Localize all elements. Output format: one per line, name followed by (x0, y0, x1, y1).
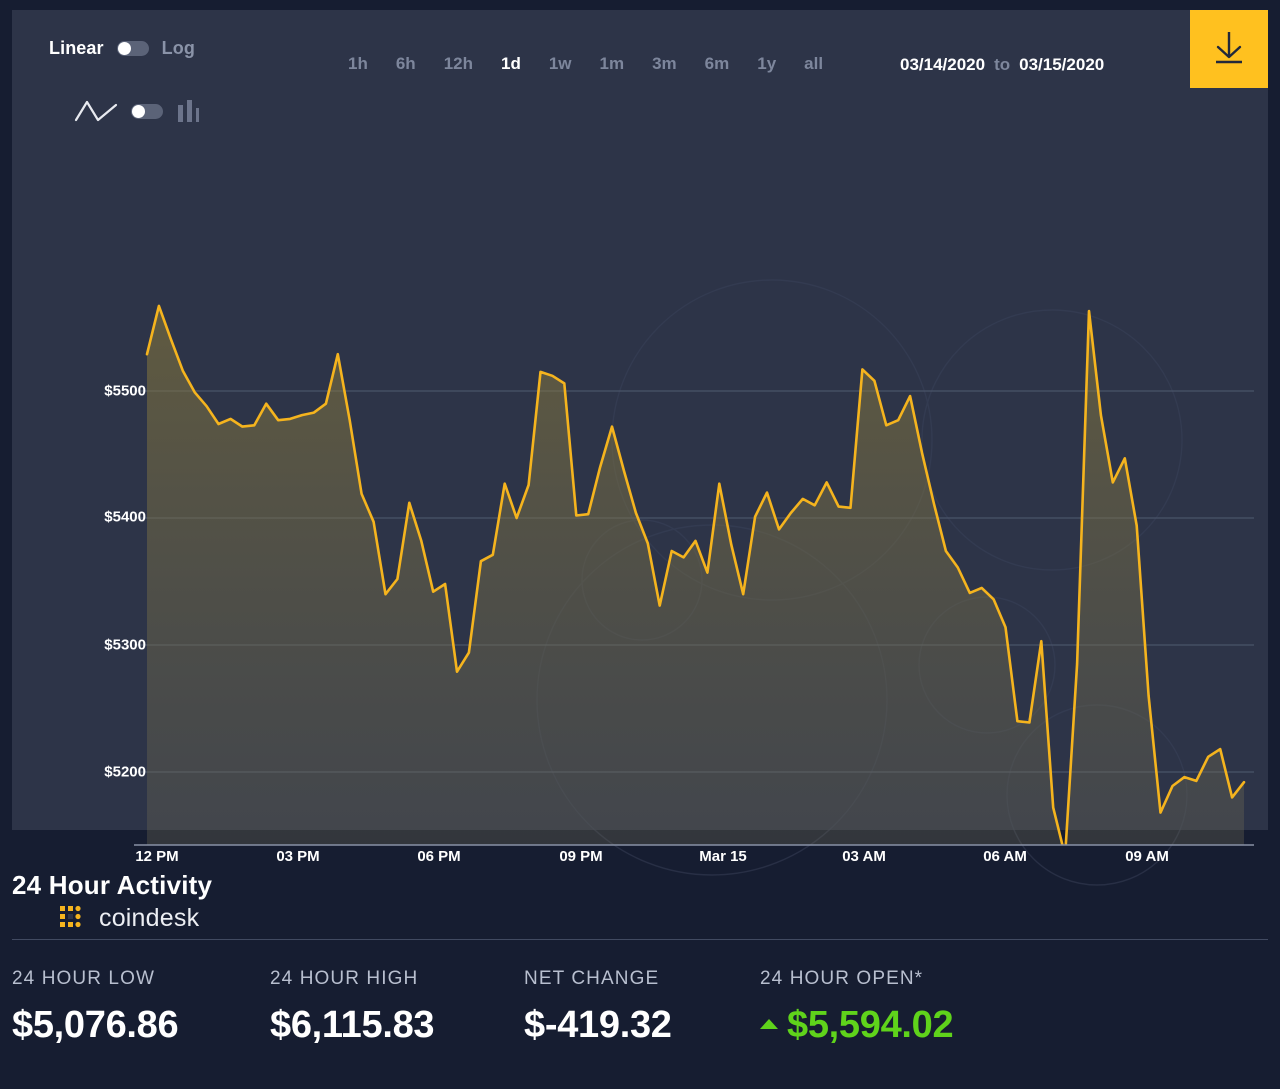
date-to[interactable]: 03/15/2020 (1019, 55, 1104, 75)
download-icon (1209, 28, 1249, 71)
range-12h[interactable]: 12h (430, 54, 487, 74)
stat-value: $6,115.83 (270, 1004, 524, 1047)
stat-value: $5,594.02 (760, 1004, 954, 1047)
date-range-display: 03/14/2020 to 03/15/2020 (900, 55, 1104, 75)
range-1y[interactable]: 1y (743, 54, 790, 74)
bar-chart-icon[interactable] (176, 98, 204, 124)
range-3m[interactable]: 3m (638, 54, 691, 74)
stat-label: 24 HOUR LOW (12, 968, 156, 989)
ytick-5200: $5200 (104, 763, 146, 781)
chart-plot-area: $5500 $5400 $5300 $5200 12 PM 03 PM 06 P… (12, 140, 1268, 932)
activity-title: 24 Hour Activity (12, 870, 213, 900)
chart-type-toggle-group (74, 98, 204, 124)
stat-label: 24 HOUR HIGH (270, 968, 419, 989)
xtick-03pm: 03 PM (276, 848, 320, 865)
xtick-06pm: 06 PM (417, 848, 461, 865)
xtick-09am: 09 AM (1125, 848, 1169, 865)
chart-card: Linear Log 1h 6h 12h 1d 1w 1m 3m 6m 1y a… (12, 10, 1268, 932)
linear-log-toggle[interactable] (116, 41, 149, 56)
toggle-knob-icon (117, 42, 131, 55)
xtick-03am: 03 AM (842, 848, 886, 865)
download-button[interactable] (1190, 10, 1268, 88)
range-6h[interactable]: 6h (382, 54, 430, 74)
stat-24-hour-high: 24 HOUR HIGH $6,115.83 (270, 968, 524, 1047)
range-6m[interactable]: 6m (691, 54, 744, 74)
xtick-06am: 06 AM (983, 848, 1027, 865)
scale-toggle-group: Linear Log (49, 38, 195, 59)
stat-24-hour-open: 24 HOUR OPEN* $5,594.02 (760, 968, 954, 1047)
stat-net-change: NET CHANGE $-419.32 (524, 968, 760, 1047)
ytick-5400: $5400 (104, 508, 146, 526)
xtick-12pm: 12 PM (135, 848, 179, 865)
line-bar-toggle[interactable] (131, 103, 163, 119)
time-range-selector: 1h 6h 12h 1d 1w 1m 3m 6m 1y all (334, 54, 837, 74)
date-to-separator: to (994, 55, 1011, 74)
line-chart-icon[interactable] (74, 98, 118, 124)
price-chart-page: Linear Log 1h 6h 12h 1d 1w 1m 3m 6m 1y a… (0, 0, 1280, 1089)
scale-log-label[interactable]: Log (162, 38, 195, 59)
stat-label: 24 HOUR OPEN* (760, 968, 924, 989)
stat-label: NET CHANGE (524, 968, 660, 989)
ytick-5300: $5300 (104, 636, 146, 654)
toggle-knob-icon (132, 104, 145, 118)
range-1h[interactable]: 1h (334, 54, 382, 74)
range-1d[interactable]: 1d (487, 54, 535, 74)
range-1w[interactable]: 1w (535, 54, 586, 74)
stat-amount: $5,594.02 (787, 1004, 954, 1046)
stat-value: $-419.32 (524, 1004, 760, 1047)
range-all[interactable]: all (790, 54, 837, 74)
price-area-chart[interactable] (12, 140, 1268, 900)
ytick-5500: $5500 (104, 382, 146, 400)
range-1m[interactable]: 1m (586, 54, 639, 74)
activity-section: 24 Hour Activity 24 HOUR LOW $5,076.86 2… (0, 870, 1280, 1047)
chart-toolbar: Linear Log 1h 6h 12h 1d 1w 1m 3m 6m 1y a… (12, 10, 1268, 140)
scale-linear-label[interactable]: Linear (49, 38, 104, 59)
activity-divider (12, 939, 1268, 940)
date-from[interactable]: 03/14/2020 (900, 55, 985, 75)
xtick-mar15: Mar 15 (699, 848, 747, 865)
stat-amount: $-419.32 (524, 1004, 672, 1046)
activity-stats: 24 HOUR LOW $5,076.86 24 HOUR HIGH $6,11… (0, 968, 1280, 1047)
stat-amount: $6,115.83 (270, 1004, 435, 1046)
stat-24-hour-low: 24 HOUR LOW $5,076.86 (12, 968, 270, 1047)
caret-up-icon (760, 1018, 778, 1029)
xtick-09pm: 09 PM (559, 848, 603, 865)
stat-amount: $5,076.86 (12, 1004, 179, 1046)
stat-value: $5,076.86 (12, 1004, 270, 1047)
